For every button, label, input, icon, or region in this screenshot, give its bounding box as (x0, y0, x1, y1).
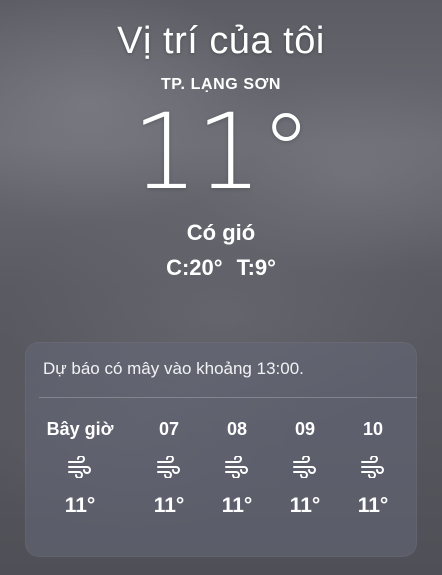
hour-temperature: 11° (289, 494, 321, 517)
hour-temperature: 11° (221, 494, 253, 517)
hour-item: 10 11° (338, 416, 408, 518)
wind-icon (225, 456, 248, 478)
hour-label: 08 (226, 419, 248, 439)
wind-icon (361, 456, 384, 478)
location-title: Vị trí của tôi (117, 20, 325, 62)
hourly-forecast-list[interactable]: Bây giờ 11° 07 11° 08 11° 09 11° 10 11° (25, 416, 417, 546)
hour-label: 09 (294, 419, 316, 439)
hour-item: 09 11° (270, 416, 340, 518)
current-condition: Có gió (186, 220, 256, 245)
hour-temperature: 11° (153, 494, 185, 517)
current-temperature: 11° (131, 91, 312, 213)
high-low-temperatures: C:20° T:9° (0, 255, 442, 281)
wind-icon (157, 456, 180, 478)
wind-icon (293, 456, 316, 478)
hour-label: Bây giờ (46, 419, 114, 439)
forecast-summary: Dự báo có mây vào khoảng 13:00. (43, 359, 304, 378)
low-temperature: T:9° (236, 255, 276, 280)
hour-temperature: 11° (357, 494, 389, 517)
hour-label: 07 (158, 419, 180, 439)
high-temperature: C:20° (166, 255, 223, 280)
hour-item: 07 11° (134, 416, 204, 518)
hour-item: 08 11° (202, 416, 272, 518)
hour-label: 10 (362, 419, 384, 439)
forecast-divider (39, 397, 417, 398)
wind-icon (68, 456, 91, 478)
hour-temperature: 11° (64, 494, 96, 517)
hour-item: Bây giờ 11° (45, 416, 115, 518)
hourly-forecast-card[interactable]: Dự báo có mây vào khoảng 13:00. Bây giờ … (25, 342, 417, 557)
